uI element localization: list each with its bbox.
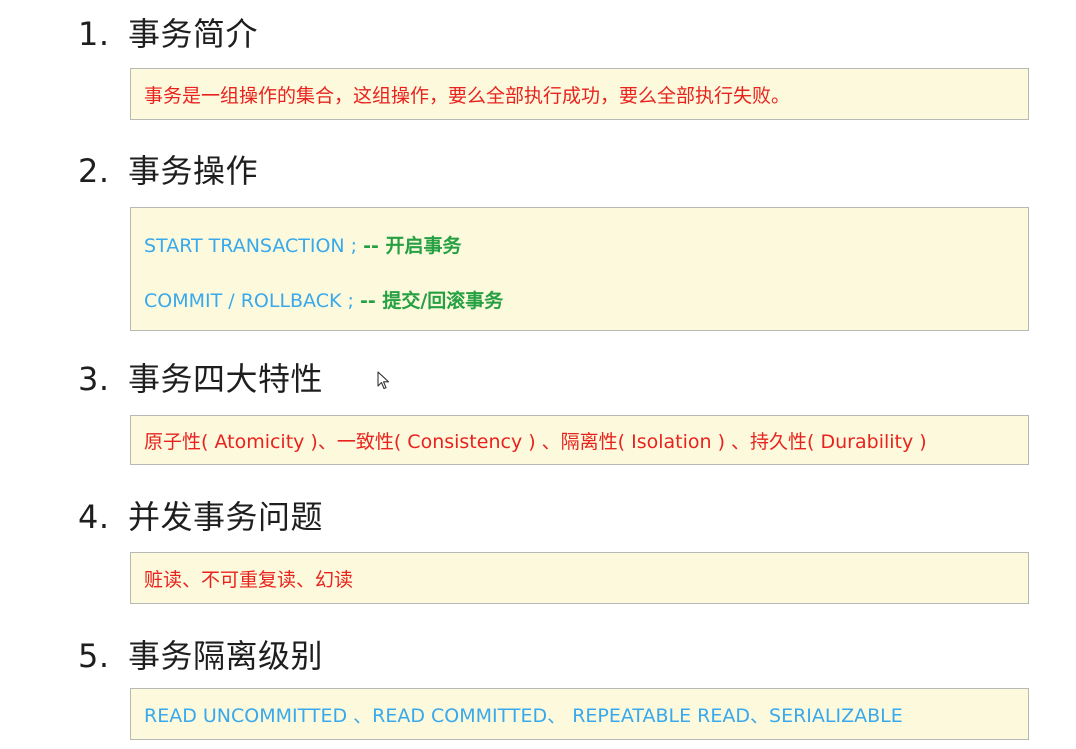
section-number: 1.	[78, 15, 110, 53]
sql-line-start: START TRANSACTION ; -- 开启事务	[144, 233, 462, 259]
section-box-3: 原子性( Atomicity )、一致性( Consistency ) 、隔离性…	[130, 415, 1029, 465]
section-heading-4: 4. 并发事务问题	[78, 497, 323, 537]
section-title: 事务简介	[128, 15, 259, 53]
mouse-pointer-icon	[377, 371, 390, 390]
section-box-5: READ UNCOMMITTED 、READ COMMITTED、 REPEAT…	[130, 688, 1029, 740]
section-title: 并发事务问题	[128, 498, 324, 536]
section-title: 事务操作	[128, 152, 259, 190]
section-heading-3: 3. 事务四大特性	[78, 359, 323, 399]
section-number: 2.	[78, 152, 110, 190]
sql-code: START TRANSACTION ;	[144, 235, 358, 257]
section-box-2: START TRANSACTION ; -- 开启事务 COMMIT / ROL…	[130, 207, 1029, 331]
section-box-4: 赃读、不可重复读、幻读	[130, 552, 1029, 604]
isolation-levels-text: READ UNCOMMITTED 、READ COMMITTED、 REPEAT…	[144, 705, 903, 727]
section-number: 3.	[78, 360, 110, 398]
section-title: 事务四大特性	[128, 360, 324, 398]
section-heading-5: 5. 事务隔离级别	[78, 636, 323, 676]
concurrency-problems-text: 赃读、不可重复读、幻读	[144, 569, 354, 591]
section-number: 5.	[78, 637, 110, 675]
section-heading-1: 1. 事务简介	[78, 14, 258, 54]
sql-comment: -- 开启事务	[363, 235, 462, 257]
acid-properties-text: 原子性( Atomicity )、一致性( Consistency ) 、隔离性…	[144, 431, 927, 453]
sql-line-commit: COMMIT / ROLLBACK ; -- 提交/回滚事务	[144, 288, 503, 314]
section-box-1: 事务是一组操作的集合，这组操作，要么全部执行成功，要么全部执行失败。	[130, 68, 1029, 120]
section-heading-2: 2. 事务操作	[78, 151, 258, 191]
transaction-definition-text: 事务是一组操作的集合，这组操作，要么全部执行成功，要么全部执行失败。	[144, 85, 791, 107]
section-number: 4.	[78, 498, 110, 536]
sql-comment: -- 提交/回滚事务	[359, 290, 504, 312]
section-title: 事务隔离级别	[128, 637, 324, 675]
sql-code: COMMIT / ROLLBACK ;	[144, 290, 354, 312]
